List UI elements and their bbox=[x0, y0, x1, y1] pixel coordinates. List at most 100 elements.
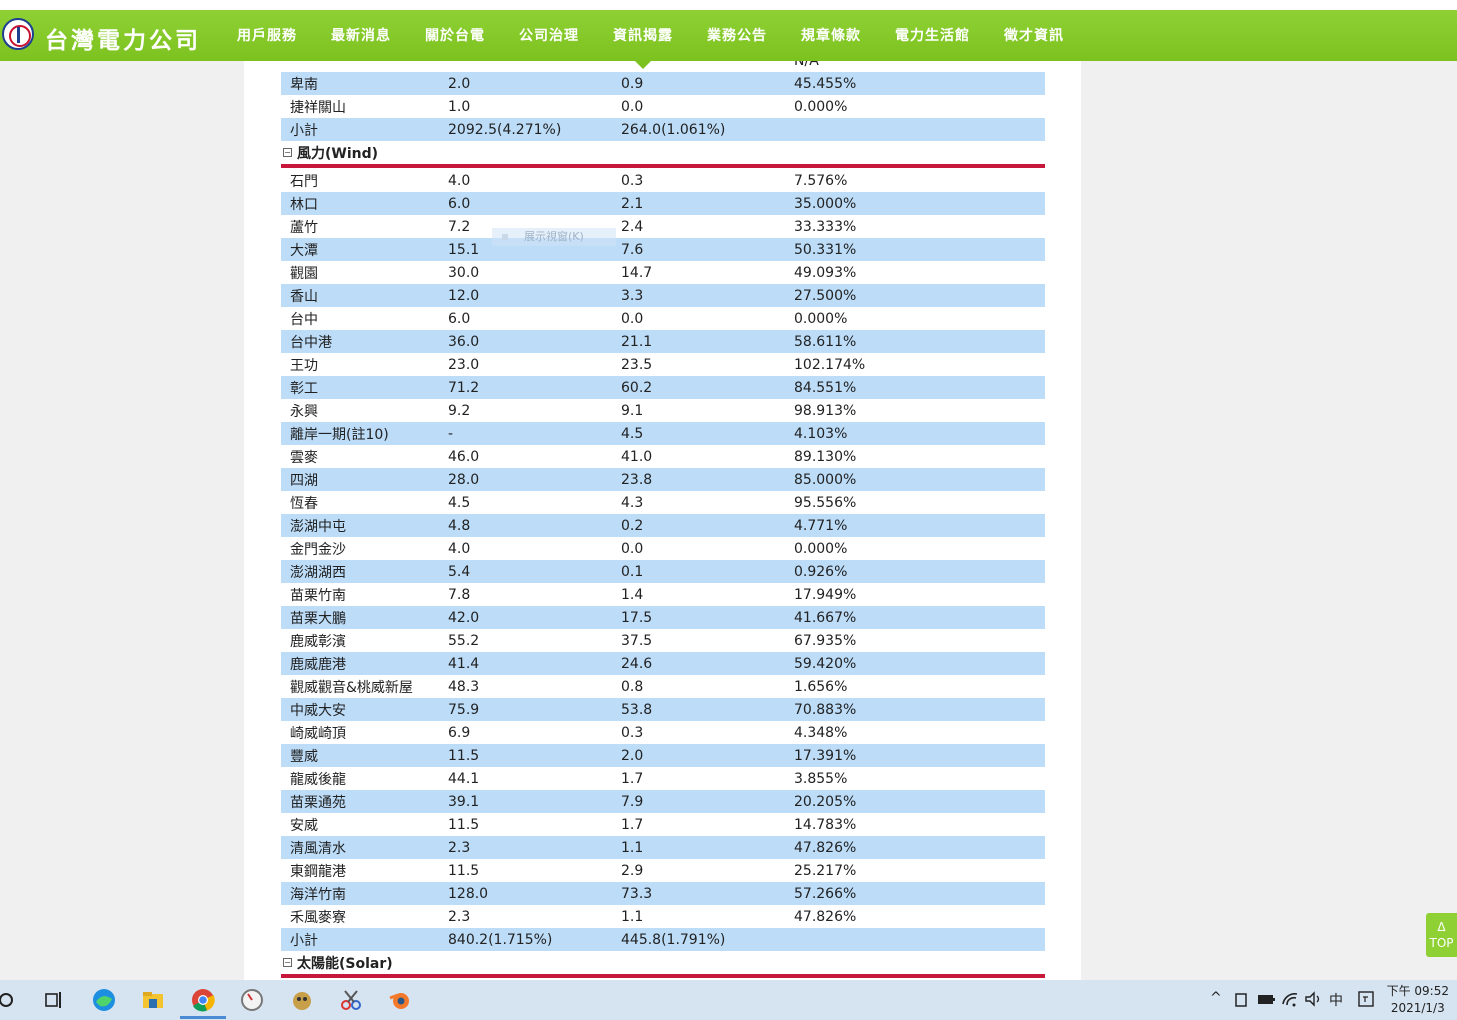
capacity-cell: - bbox=[448, 425, 454, 442]
edge-browser-icon[interactable] bbox=[90, 986, 118, 1014]
clock-app-icon[interactable] bbox=[238, 986, 266, 1014]
taipower-logo-icon[interactable] bbox=[2, 18, 34, 50]
capacity-cell: 11.5 bbox=[448, 862, 480, 879]
capacity-cell: 2092.5(4.271%) bbox=[448, 121, 562, 138]
table-row: 苗栗大鵬 42.0 17.5 41.667% bbox=[281, 606, 1045, 629]
capacity-cell: 71.2 bbox=[448, 379, 480, 396]
nav-item[interactable]: 徵才資訊 bbox=[987, 10, 1081, 61]
capacity-cell: 6.9 bbox=[448, 724, 471, 741]
search-circle-icon[interactable] bbox=[0, 986, 20, 1014]
ratio-cell: 35.000% bbox=[794, 195, 857, 212]
ratio-cell: 4.771% bbox=[794, 517, 848, 534]
nav-item[interactable]: 公司治理 bbox=[502, 10, 596, 61]
table-row: 彰工 71.2 60.2 84.551% bbox=[281, 376, 1045, 399]
tray-chevron-up-icon[interactable]: ^ bbox=[1210, 990, 1222, 1006]
nav-item[interactable]: 電力生活館 bbox=[878, 10, 987, 61]
table-row: 觀園 30.0 14.7 49.093% bbox=[281, 261, 1045, 284]
clock-date: 2021/1/3 bbox=[1390, 1001, 1445, 1015]
nav-item[interactable]: 最新消息 bbox=[314, 10, 408, 61]
generation-cell: 0.0 bbox=[621, 98, 644, 115]
section-header-wind[interactable]: − 風力(Wind) bbox=[281, 141, 1045, 168]
notification-center-icon[interactable] bbox=[1356, 989, 1376, 1009]
capacity-cell: 9.2 bbox=[448, 402, 471, 419]
generation-cell: 53.8 bbox=[621, 701, 653, 718]
ratio-cell: 4.348% bbox=[794, 724, 848, 741]
capacity-cell: 36.0 bbox=[448, 333, 480, 350]
generation-cell: 4.3 bbox=[621, 494, 644, 511]
capacity-cell: 48.3 bbox=[448, 678, 480, 695]
station-name-cell: 捷祥關山 bbox=[290, 99, 346, 116]
back-to-top-button[interactable]: Δ TOP bbox=[1426, 913, 1457, 957]
station-name-cell: 四湖 bbox=[290, 472, 318, 489]
generation-cell: 23.5 bbox=[621, 356, 653, 373]
generation-cell: 0.0 bbox=[621, 540, 644, 557]
content-panel: N/A 卑南 2.0 0.9 45.455% 捷祥關山 1.0 0.0 0.000% 小計 2092… bbox=[244, 61, 1081, 980]
generation-cell: 60.2 bbox=[621, 379, 653, 396]
station-name-cell: 崎威崎頂 bbox=[290, 725, 346, 742]
generation-cell: 1.1 bbox=[621, 908, 644, 925]
table-row: 澎湖中屯 4.8 0.2 4.771% bbox=[281, 514, 1045, 537]
table-row: 大潭 15.1 7.6 50.331% bbox=[281, 238, 1045, 261]
ratio-cell: 95.556% bbox=[794, 494, 857, 511]
site-logo-text[interactable]: 台灣電力公司 bbox=[45, 21, 201, 55]
capacity-cell: 7.8 bbox=[448, 586, 471, 603]
section-header-solar[interactable]: − 太陽能(Solar) bbox=[281, 951, 1045, 978]
ratio-cell: 41.667% bbox=[794, 609, 857, 626]
task-view-icon[interactable] bbox=[40, 986, 68, 1014]
collapse-minus-icon[interactable]: − bbox=[283, 148, 292, 157]
generation-cell: 2.0 bbox=[621, 747, 644, 764]
capacity-cell: 2.3 bbox=[448, 908, 471, 925]
main-nav: 用戶服務 最新消息 關於台電 公司治理 資訊揭露 業務公告 規章條款 電力生活館 徵才資訊 bbox=[220, 10, 1081, 69]
nav-item[interactable]: 用戶服務 bbox=[220, 10, 314, 61]
station-name-cell: 苗栗大鵬 bbox=[290, 610, 346, 627]
station-name-cell: 王功 bbox=[290, 357, 318, 374]
nav-item[interactable]: 資訊揭露 bbox=[596, 10, 690, 69]
ratio-cell: 0.000% bbox=[794, 310, 848, 327]
nav-item[interactable]: 關於台電 bbox=[408, 10, 502, 61]
table-row: 香山 12.0 3.3 27.500% bbox=[281, 284, 1045, 307]
generation-cell: 0.0 bbox=[621, 310, 644, 327]
station-name-cell: 豐威 bbox=[290, 748, 318, 765]
ratio-cell: 0.000% bbox=[794, 98, 848, 115]
table-row: 苗栗通苑 39.1 7.9 20.205% bbox=[281, 790, 1045, 813]
capacity-cell: 2.0 bbox=[448, 75, 471, 92]
speaker-volume-icon[interactable] bbox=[1303, 988, 1325, 1010]
file-explorer-icon[interactable] bbox=[139, 986, 167, 1014]
station-name-cell: 澎湖湖西 bbox=[290, 564, 346, 581]
station-name-cell: 鹿威彰濱 bbox=[290, 633, 346, 650]
capacity-cell: 1.0 bbox=[448, 98, 471, 115]
capacity-cell: 44.1 bbox=[448, 770, 480, 787]
nav-item[interactable]: 規章條款 bbox=[784, 10, 878, 61]
nav-item[interactable]: 業務公告 bbox=[690, 10, 784, 61]
capacity-cell: 30.0 bbox=[448, 264, 480, 281]
collapse-minus-icon[interactable]: − bbox=[283, 958, 292, 967]
blender-app-icon[interactable] bbox=[386, 986, 414, 1014]
scissors-app-icon[interactable] bbox=[337, 986, 365, 1014]
ratio-cell: 67.935% bbox=[794, 632, 857, 649]
capacity-cell: 42.0 bbox=[448, 609, 480, 626]
station-name-cell: 永興 bbox=[290, 403, 318, 420]
battery-icon[interactable] bbox=[1255, 988, 1277, 1010]
table-row: 澎湖湖西 5.4 0.1 0.926% bbox=[281, 560, 1045, 583]
station-name-cell: 海洋竹南 bbox=[290, 886, 346, 903]
ratio-cell: 0.000% bbox=[794, 540, 848, 557]
station-name-cell: 卑南 bbox=[290, 76, 318, 93]
windows-taskbar: ^ 中 下午 09:52 2021/1/3 bbox=[0, 980, 1457, 1020]
generation-cell: 14.7 bbox=[621, 264, 653, 281]
generation-cell: 4.5 bbox=[621, 425, 644, 442]
ratio-cell: 84.551% bbox=[794, 379, 857, 396]
camera-tray-icon[interactable] bbox=[1230, 988, 1252, 1010]
ratio-cell: 45.455% bbox=[794, 75, 857, 92]
capacity-cell: 55.2 bbox=[448, 632, 480, 649]
chrome-browser-icon[interactable] bbox=[189, 986, 217, 1014]
station-name-cell: 香山 bbox=[290, 288, 318, 305]
tooltip-ghost: 展示視窗(K) bbox=[492, 228, 616, 246]
system-clock[interactable]: 下午 09:52 2021/1/3 bbox=[1387, 983, 1449, 1017]
cartoon-app-icon[interactable] bbox=[288, 986, 316, 1014]
ratio-cell: 20.205% bbox=[794, 793, 857, 810]
table-row: 離岸一期(註10) - 4.5 4.103% bbox=[281, 422, 1045, 445]
ime-language-indicator[interactable]: 中 bbox=[1329, 990, 1343, 1010]
station-name-cell: 蘆竹 bbox=[290, 219, 318, 236]
capacity-cell: 4.0 bbox=[448, 172, 471, 189]
wifi-icon[interactable] bbox=[1280, 988, 1302, 1010]
